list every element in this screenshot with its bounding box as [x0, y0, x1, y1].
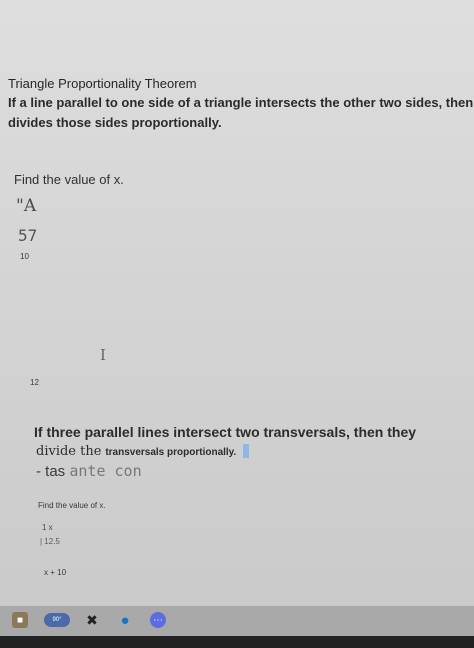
weather-icon[interactable]: 90°	[44, 613, 70, 627]
theorem2-line2-small: transversals proportionally.	[105, 447, 237, 458]
question2-prompt: Find the value of x.	[38, 501, 106, 510]
taskbar	[0, 606, 474, 636]
chat-icon[interactable]: ⋯	[150, 612, 166, 628]
figure-label-x-plus-10: x + 10	[44, 568, 67, 577]
weather-text: 90°	[52, 617, 62, 623]
text-selection-caret	[243, 444, 250, 459]
figure-label-1x: 1 x	[42, 523, 53, 532]
theorem2-line2-lead: divide the	[36, 444, 102, 459]
figure-label-12-5: | 12.5	[40, 537, 60, 546]
figure-label-10: 10	[20, 252, 29, 261]
figure-label-57: 57	[18, 226, 38, 245]
edge-icon[interactable]: ●	[117, 612, 133, 629]
text-cursor-icon: I	[100, 346, 106, 364]
theorem2-line3-lead: - tas	[36, 463, 66, 480]
theorem2-line2: divide the transversals proportionally.	[36, 442, 250, 459]
question-prompt: Find the value of x.	[14, 172, 124, 187]
theorem-title: Triangle Proportionality Theorem	[8, 76, 197, 91]
theorem-statement: If a line parallel to one side of a tria…	[8, 95, 474, 130]
figure-label-a: "A	[16, 196, 37, 216]
theorem2-line3-mono: ante con	[69, 462, 142, 480]
lock-icon[interactable]: ■	[12, 612, 28, 628]
figure-label-12: 12	[30, 378, 39, 387]
theorem2-line3: - tas ante con	[36, 462, 142, 480]
screen-bottom-edge	[0, 636, 474, 648]
xbox-icon[interactable]: ✖	[84, 612, 100, 628]
theorem2-line1: If three parallel lines intersect two tr…	[34, 424, 417, 440]
